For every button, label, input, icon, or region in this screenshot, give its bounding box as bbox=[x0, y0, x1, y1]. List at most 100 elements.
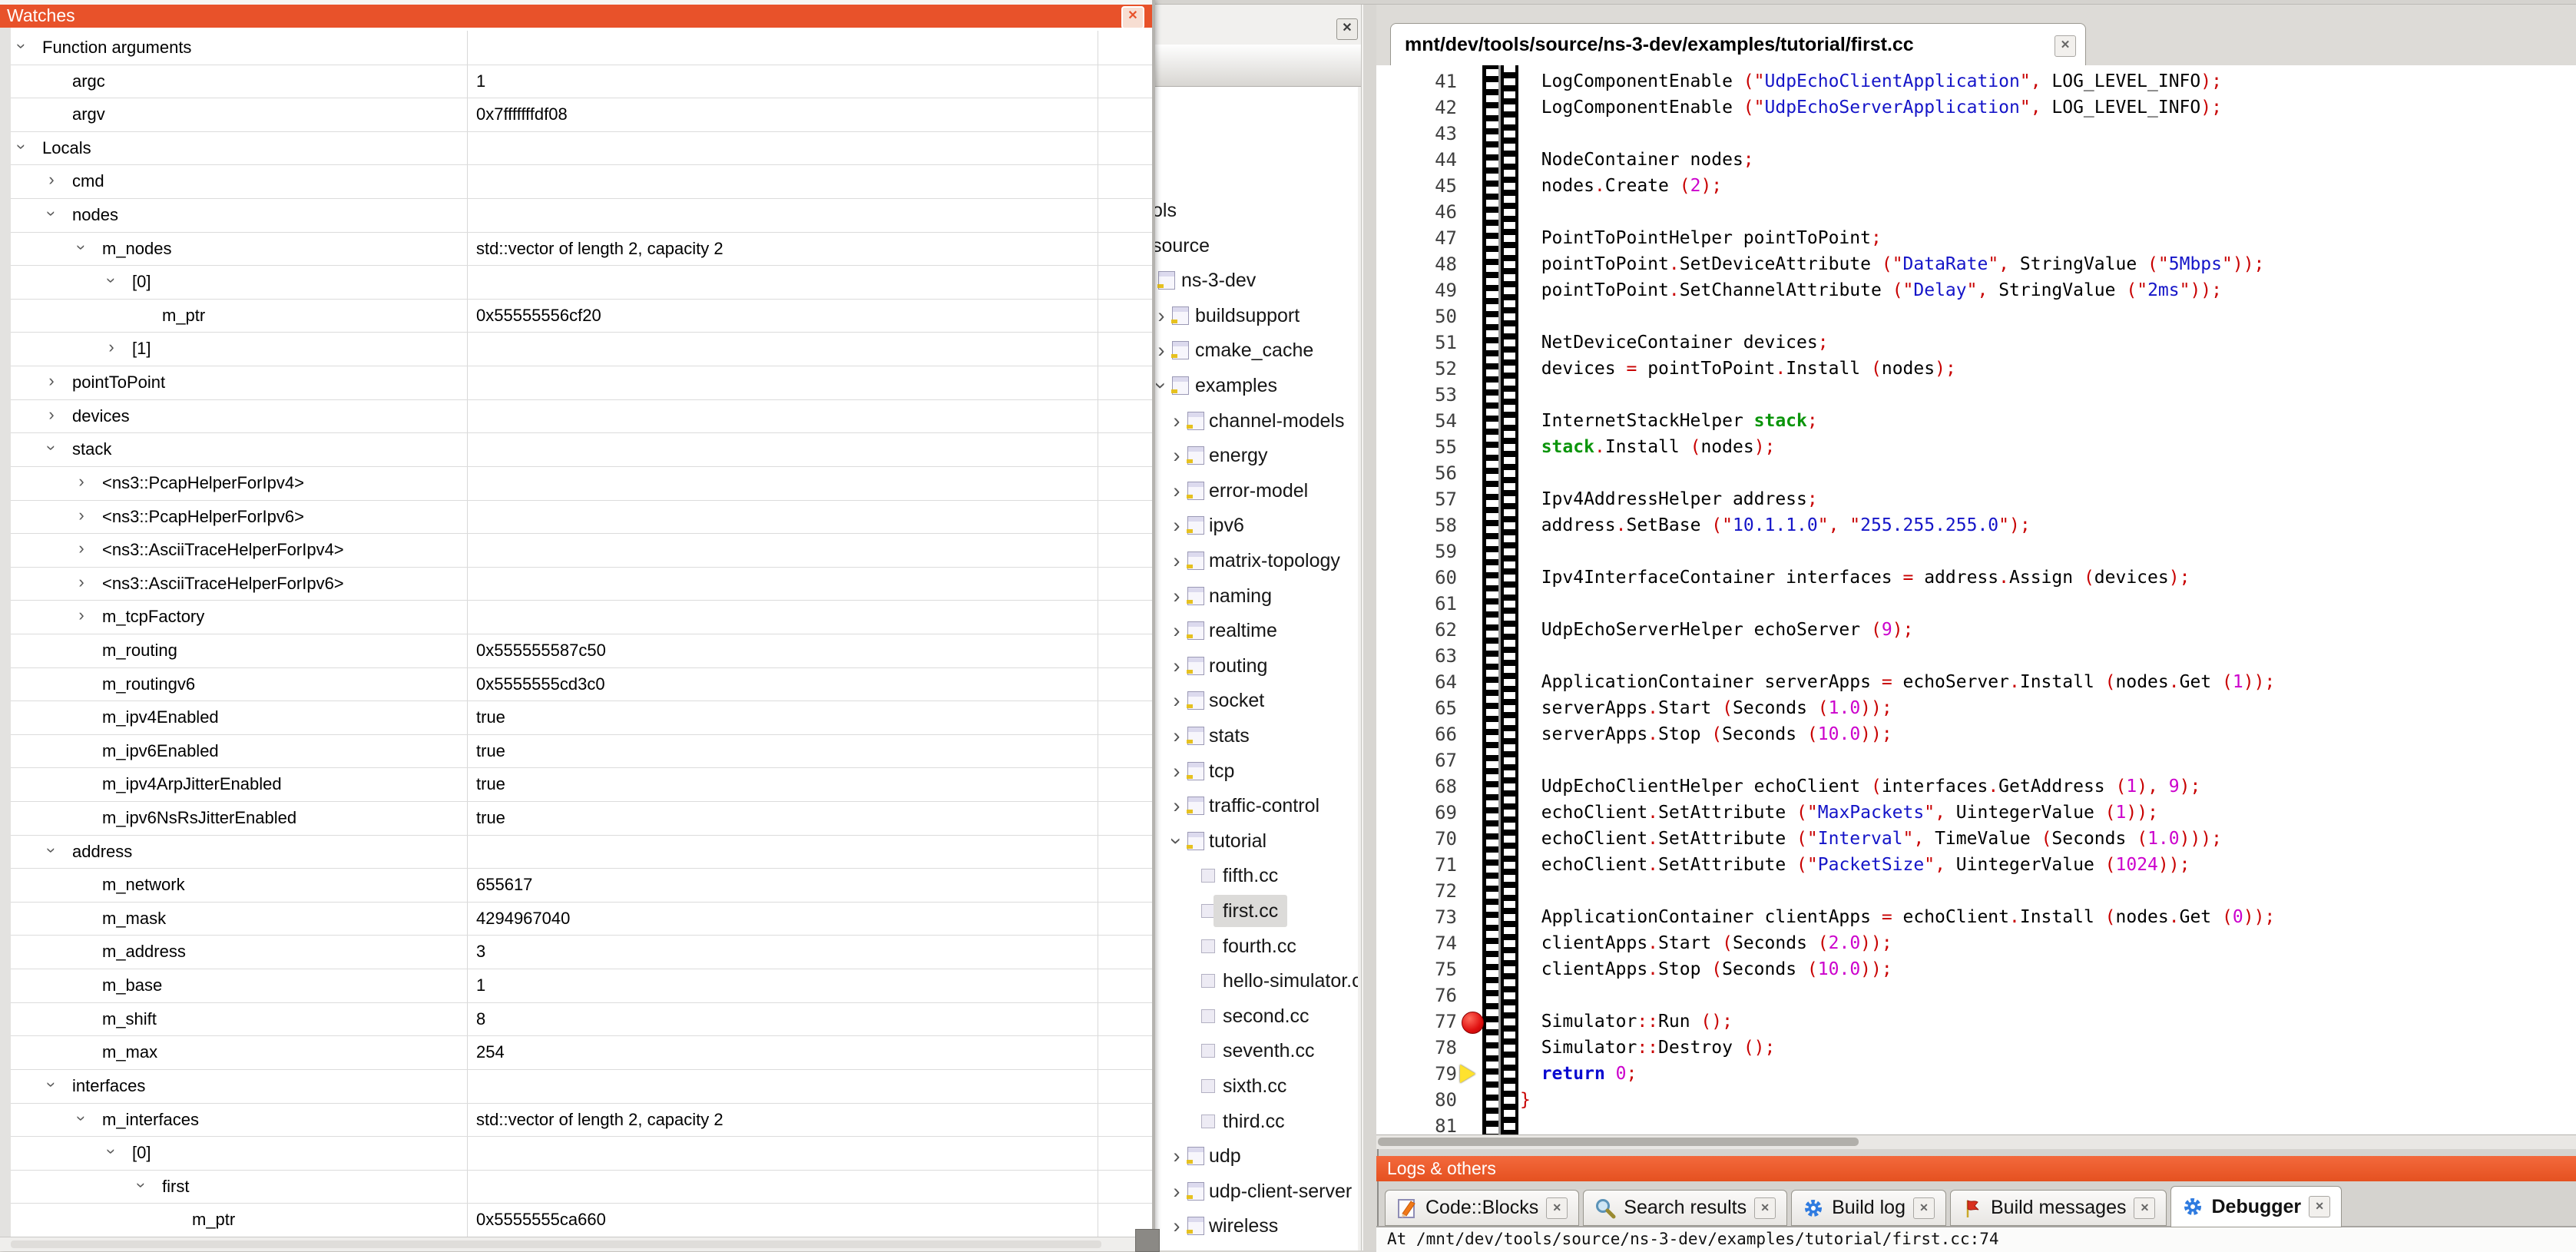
code-line-43[interactable]: 43 bbox=[1376, 121, 2576, 147]
code-line-57[interactable]: 57 Ipv4AddressHelper address; bbox=[1376, 486, 2576, 512]
chevron-right-icon[interactable]: › bbox=[72, 605, 91, 625]
chevron-right-icon[interactable]: › bbox=[1167, 650, 1186, 682]
line-number[interactable]: 56 bbox=[1376, 460, 1457, 486]
close-icon[interactable]: ✕ bbox=[1336, 18, 1358, 40]
line-number[interactable]: 70 bbox=[1376, 826, 1457, 852]
tree-item-wireless[interactable]: ›wireless bbox=[1152, 1210, 1358, 1242]
line-number[interactable]: 76 bbox=[1376, 982, 1457, 1009]
watch-row[interactable]: m_ipv6NsRsJitterEnabledtrue bbox=[11, 801, 1152, 836]
close-icon[interactable]: ✕ bbox=[2055, 35, 2076, 57]
tree-item-buildsupport[interactable]: ›buildsupport bbox=[1152, 300, 1358, 332]
chevron-right-icon[interactable]: › bbox=[72, 572, 91, 592]
code-line-80[interactable]: 80} bbox=[1376, 1087, 2576, 1113]
watch-row[interactable]: ›[0] bbox=[11, 265, 1152, 300]
line-number[interactable]: 57 bbox=[1376, 486, 1457, 512]
tree-item-examples[interactable]: ›examples bbox=[1152, 369, 1358, 402]
close-icon[interactable]: ✕ bbox=[1546, 1197, 1568, 1219]
code-line-81[interactable]: 81 bbox=[1376, 1113, 2576, 1134]
line-number[interactable]: 55 bbox=[1376, 434, 1457, 460]
chevron-down-icon[interactable]: › bbox=[12, 37, 31, 55]
chevron-right-icon[interactable]: › bbox=[1167, 720, 1186, 752]
chevron-right-icon[interactable]: › bbox=[1167, 790, 1186, 822]
logs-tab-build-log[interactable]: Build log✕ bbox=[1791, 1190, 1946, 1226]
chevron-right-icon[interactable]: › bbox=[42, 405, 61, 425]
tree-item-stats[interactable]: ›stats bbox=[1152, 720, 1358, 752]
line-number[interactable]: 49 bbox=[1376, 277, 1457, 303]
code-line-54[interactable]: 54 InternetStackHelper stack; bbox=[1376, 408, 2576, 434]
chevron-right-icon[interactable]: › bbox=[1167, 614, 1186, 647]
line-number[interactable]: 45 bbox=[1376, 173, 1457, 199]
line-number[interactable]: 46 bbox=[1376, 199, 1457, 225]
tree-item-cmake-cache[interactable]: ›cmake_cache bbox=[1152, 334, 1358, 366]
chevron-right-icon[interactable]: › bbox=[42, 371, 61, 391]
tree-item-second-cc[interactable]: second.cc bbox=[1152, 1000, 1358, 1032]
line-number[interactable]: 78 bbox=[1376, 1035, 1457, 1061]
code-line-71[interactable]: 71 echoClient.SetAttribute ("PacketSize"… bbox=[1376, 852, 2576, 878]
watch-row[interactable]: m_routing0x555555587c50 bbox=[11, 634, 1152, 668]
code-line-73[interactable]: 73 ApplicationContainer clientApps = ech… bbox=[1376, 904, 2576, 930]
chevron-right-icon[interactable]: › bbox=[1167, 755, 1186, 787]
line-number[interactable]: 73 bbox=[1376, 904, 1457, 930]
tree-item-tutorial[interactable]: ›tutorial bbox=[1152, 825, 1358, 857]
chevron-down-icon[interactable]: › bbox=[41, 1075, 61, 1094]
watch-row[interactable]: ›pointToPoint bbox=[11, 366, 1152, 400]
watch-row[interactable]: ›devices bbox=[11, 399, 1152, 434]
code-line-53[interactable]: 53 bbox=[1376, 382, 2576, 408]
line-number[interactable]: 43 bbox=[1376, 121, 1457, 147]
watch-row[interactable]: ›Function arguments bbox=[11, 31, 1152, 65]
watch-row[interactable]: ›<ns3::PcapHelperForIpv6> bbox=[11, 500, 1152, 535]
line-number[interactable]: 44 bbox=[1376, 147, 1457, 173]
code-line-66[interactable]: 66 serverApps.Stop (Seconds (10.0)); bbox=[1376, 721, 2576, 747]
tree-item-realtime[interactable]: ›realtime bbox=[1152, 614, 1358, 647]
line-number[interactable]: 74 bbox=[1376, 930, 1457, 956]
chevron-right-icon[interactable]: › bbox=[1167, 1140, 1186, 1172]
tree-item-fourth-cc[interactable]: fourth.cc bbox=[1152, 930, 1358, 962]
watches-resize-grip[interactable] bbox=[1135, 1229, 1160, 1252]
close-icon[interactable]: ✕ bbox=[1913, 1197, 1935, 1219]
code-line-52[interactable]: 52 devices = pointToPoint.Install (nodes… bbox=[1376, 356, 2576, 382]
line-number[interactable]: 52 bbox=[1376, 356, 1457, 382]
watch-row[interactable]: argv0x7fffffffdf08 bbox=[11, 98, 1152, 132]
tree-item-channel-models[interactable]: ›channel-models bbox=[1152, 405, 1358, 437]
code-line-51[interactable]: 51 NetDeviceContainer devices; bbox=[1376, 330, 2576, 356]
logs-tab-build-messages[interactable]: Build messages✕ bbox=[1950, 1190, 2167, 1226]
line-number[interactable]: 61 bbox=[1376, 591, 1457, 617]
tree-item-error-model[interactable]: ›error-model bbox=[1152, 475, 1358, 507]
code-line-74[interactable]: 74 clientApps.Start (Seconds (2.0)); bbox=[1376, 930, 2576, 956]
chevron-right-icon[interactable]: › bbox=[1167, 439, 1186, 472]
line-number[interactable]: 64 bbox=[1376, 669, 1457, 695]
tree-item-udp[interactable]: ›udp bbox=[1152, 1140, 1358, 1172]
chevron-right-icon[interactable]: › bbox=[72, 505, 91, 525]
line-number[interactable]: 75 bbox=[1376, 956, 1457, 982]
line-number[interactable]: 79 bbox=[1376, 1061, 1457, 1087]
code-line-50[interactable]: 50 bbox=[1376, 303, 2576, 330]
line-number[interactable]: 42 bbox=[1376, 94, 1457, 121]
line-number[interactable]: 53 bbox=[1376, 382, 1457, 408]
code-line-78[interactable]: 78 Simulator::Destroy (); bbox=[1376, 1035, 2576, 1061]
editor-hscrollbar[interactable] bbox=[1376, 1134, 2576, 1149]
code-editor[interactable]: 41 LogComponentEnable ("UdpEchoClientApp… bbox=[1376, 65, 2576, 1134]
line-number[interactable]: 50 bbox=[1376, 303, 1457, 330]
code-line-48[interactable]: 48 pointToPoint.SetDeviceAttribute ("Dat… bbox=[1376, 251, 2576, 277]
close-icon[interactable]: ✕ bbox=[1754, 1197, 1776, 1219]
line-number[interactable]: 71 bbox=[1376, 852, 1457, 878]
watch-row[interactable]: m_ipv4ArpJitterEnabledtrue bbox=[11, 767, 1152, 802]
tree-item-tcp[interactable]: ›tcp bbox=[1152, 755, 1358, 787]
code-line-59[interactable]: 59 bbox=[1376, 538, 2576, 565]
watch-row[interactable]: m_ipv6Enabledtrue bbox=[11, 734, 1152, 769]
code-line-61[interactable]: 61 bbox=[1376, 591, 2576, 617]
code-line-55[interactable]: 55 stack.Install (nodes); bbox=[1376, 434, 2576, 460]
watches-hscrollbar[interactable] bbox=[0, 1237, 1152, 1251]
code-line-56[interactable]: 56 bbox=[1376, 460, 2576, 486]
chevron-right-icon[interactable]: › bbox=[102, 337, 121, 357]
chevron-down-icon[interactable]: › bbox=[41, 204, 61, 223]
code-line-41[interactable]: 41 LogComponentEnable ("UdpEchoClientApp… bbox=[1376, 68, 2576, 94]
line-number[interactable]: 54 bbox=[1376, 408, 1457, 434]
close-icon[interactable]: ✕ bbox=[2309, 1196, 2330, 1217]
tree-item-third-cc[interactable]: third.cc bbox=[1152, 1105, 1358, 1138]
line-number[interactable]: 62 bbox=[1376, 617, 1457, 643]
editor-tab-first-cc[interactable]: mnt/dev/tools/source/ns-3-dev/examples/t… bbox=[1390, 23, 2086, 66]
tree-item-fifth-cc[interactable]: fifth.cc bbox=[1152, 860, 1358, 892]
line-number[interactable]: 68 bbox=[1376, 773, 1457, 800]
watch-row[interactable]: ›address bbox=[11, 835, 1152, 869]
